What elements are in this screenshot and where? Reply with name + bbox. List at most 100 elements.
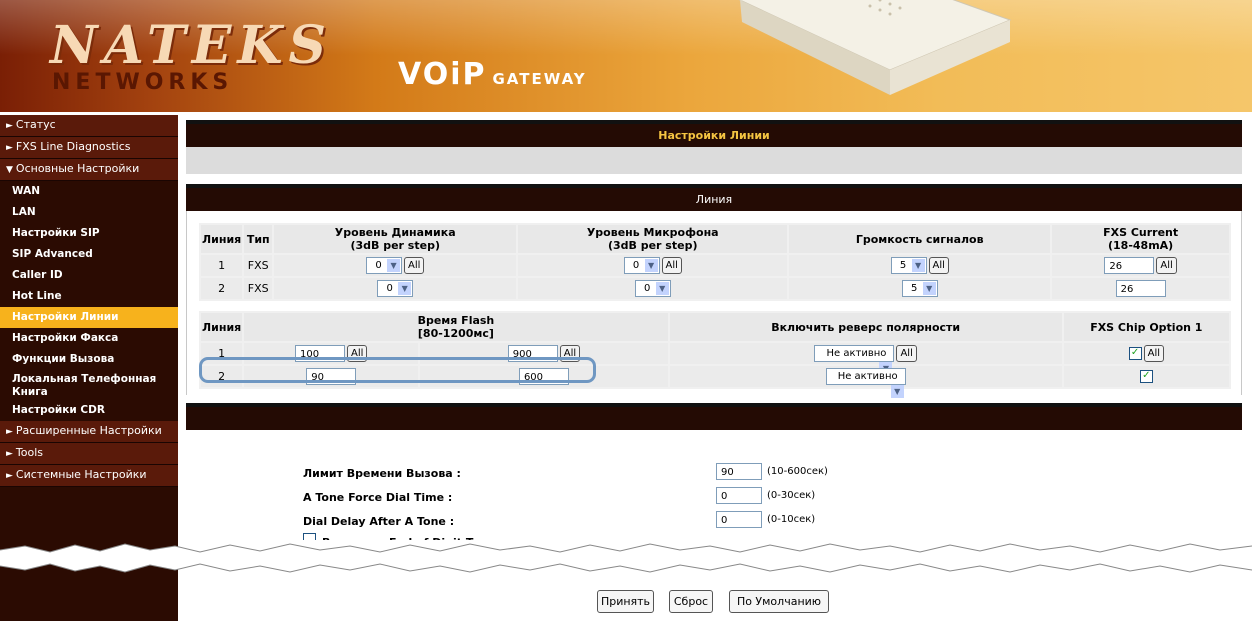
- flash-max-input[interactable]: 600: [518, 368, 569, 385]
- fxs-current-input[interactable]: 26: [1115, 280, 1166, 297]
- mic-level-select[interactable]: 0 ▼: [623, 257, 660, 274]
- defaults-button[interactable]: По Умолчанию: [729, 590, 829, 613]
- sidebar-item-status[interactable]: ► Статус: [0, 115, 178, 137]
- flash-max-input[interactable]: 900: [507, 345, 558, 362]
- chip-apply-all-button[interactable]: All: [1143, 345, 1165, 362]
- sidebar-item-fxs-diagnostics[interactable]: ► FXS Line Diagnostics: [0, 137, 178, 159]
- sidebar-item-label: Системные Настройки: [15, 468, 147, 481]
- apply-button[interactable]: Принять: [597, 590, 654, 613]
- sidebar-item-fax-settings[interactable]: Настройки Факса: [0, 328, 178, 349]
- col-header-line: Линия: [201, 225, 243, 253]
- flash-max-cell: 600: [420, 366, 668, 387]
- reset-button[interactable]: Сброс: [669, 590, 713, 613]
- sidebar-item-tools[interactable]: ► Tools: [0, 443, 178, 465]
- sidebar-item-label: Статус: [15, 118, 56, 131]
- expand-arrow-icon: ►: [6, 449, 13, 459]
- sidebar-item-label: Tools: [15, 446, 44, 459]
- polarity-apply-all-button[interactable]: All: [896, 345, 917, 362]
- table-row: 2 90 600 Не активно ▼ ✓: [201, 366, 1229, 398]
- fxs-current-input[interactable]: 26: [1104, 257, 1155, 274]
- sidebar-item-sip-advanced[interactable]: SIP Advanced: [0, 244, 178, 265]
- expand-arrow-icon: ►: [6, 471, 13, 481]
- select-value: 0: [386, 283, 393, 294]
- call-limit-input[interactable]: 90: [716, 463, 762, 480]
- line-number: 2: [201, 278, 243, 299]
- col-header-fxs-current: FXS Current (18-48mA): [1052, 225, 1229, 253]
- current-cell: 26 All: [1052, 255, 1229, 276]
- sidebar-item-label: FXS Line Diagnostics: [15, 140, 131, 153]
- col-header-mic: Уровень Микрофона (3dB per step): [518, 225, 788, 253]
- col-header-volume: Громкость сигналов: [789, 225, 1051, 253]
- sidebar-item-wan[interactable]: WAN: [0, 181, 178, 202]
- product-main: VOiP: [398, 57, 487, 92]
- select-value: Не активно: [826, 348, 887, 359]
- sidebar-item-sip-settings[interactable]: Настройки SIP: [0, 223, 178, 244]
- col-header-type: Тип: [244, 225, 273, 253]
- line-type: FXS: [244, 255, 273, 276]
- dial-delay-input[interactable]: 0: [716, 511, 762, 528]
- line-section-body: Линия Тип Уровень Динамика (3dB per step…: [186, 211, 1242, 398]
- header-banner: NATEKS NETWORKS VOiP GATEWAY: [0, 0, 1252, 112]
- flash-max-apply-all-button[interactable]: All: [559, 345, 581, 362]
- torn-edge-separator: [0, 540, 1252, 580]
- table-row: 1 100All 900All Не активно▼All ✓All: [201, 343, 1229, 375]
- flash-max-cell: 900 All: [420, 343, 668, 364]
- line-number: 1: [201, 255, 243, 276]
- chevron-down-icon: ▼: [890, 385, 904, 398]
- mic-level-select[interactable]: 0 ▼: [634, 280, 671, 297]
- volume-cell: 5 ▼: [789, 278, 1051, 299]
- speaker-apply-all-button[interactable]: All: [404, 257, 425, 274]
- line-number: 1: [201, 343, 243, 364]
- current-apply-all-button[interactable]: All: [1156, 257, 1177, 274]
- product-sub: GATEWAY: [492, 70, 587, 88]
- chip-option-checkbox[interactable]: ✓: [1139, 370, 1153, 384]
- table-header-row: Линия Тип Уровень Динамика (3dB per step…: [201, 225, 1229, 253]
- flash-min-input[interactable]: 90: [306, 368, 357, 385]
- select-value: 0: [632, 260, 640, 271]
- tone-force-input[interactable]: 0: [716, 487, 762, 504]
- line-levels-table: Линия Тип Уровень Динамика (3dB per step…: [199, 223, 1231, 301]
- select-value: 5: [911, 283, 918, 294]
- flash-min-input[interactable]: 100: [295, 345, 346, 362]
- chevron-down-icon: ▼: [644, 259, 658, 272]
- dial-delay-label: Dial Delay After A Tone :: [303, 515, 455, 528]
- sidebar-item-call-features[interactable]: Функции Вызова: [0, 349, 178, 370]
- dial-delay-hint: (0-10сек): [767, 514, 816, 525]
- sidebar-item-advanced-settings[interactable]: ► Расширенные Настройки: [0, 421, 178, 443]
- sidebar-item-basic-settings[interactable]: ▼ Основные Настройки: [0, 159, 178, 181]
- router-device-image: [738, 0, 1012, 95]
- sidebar-item-caller-id[interactable]: Caller ID: [0, 265, 178, 286]
- flash-polarity-table: Линия Время Flash [80-1200мс] Включить р…: [199, 311, 1231, 398]
- sidebar-item-line-settings[interactable]: Настройки Линии: [0, 307, 178, 328]
- select-value: 0: [644, 283, 651, 294]
- sidebar-item-system-settings[interactable]: ► Системные Настройки: [0, 465, 178, 487]
- speaker-level-select[interactable]: 0 ▼: [366, 257, 403, 274]
- flash-min-apply-all-button[interactable]: All: [347, 345, 368, 362]
- page-title: Настройки Линии: [186, 118, 1242, 147]
- volume-select[interactable]: 5 ▼: [901, 280, 938, 297]
- expand-arrow-icon: ►: [6, 121, 13, 131]
- sidebar-item-hot-line[interactable]: Hot Line: [0, 286, 178, 307]
- select-value: 5: [899, 260, 907, 271]
- collapse-arrow-icon: ▼: [6, 165, 13, 175]
- select-value: 0: [375, 260, 382, 271]
- tone-force-label: A Tone Force Dial Time :: [303, 491, 453, 504]
- chip-option-checkbox[interactable]: ✓: [1128, 347, 1142, 360]
- select-value: Не активно: [837, 371, 898, 382]
- table-row: 1 FXS 0 ▼ All 0 ▼ All 5 ▼ All 26 All: [201, 255, 1229, 276]
- speaker-level-select[interactable]: 0 ▼: [377, 280, 414, 297]
- sidebar-item-phonebook[interactable]: Локальная Телефонная Книга: [0, 370, 178, 400]
- polarity-select[interactable]: Не активно ▼: [825, 368, 906, 398]
- sidebar-item-label: Расширенные Настройки: [15, 424, 162, 437]
- mic-apply-all-button[interactable]: All: [661, 257, 682, 274]
- speaker-cell: 0 ▼ All: [274, 255, 517, 276]
- sidebar-item-cdr-settings[interactable]: Настройки CDR: [0, 400, 178, 421]
- polarity-select[interactable]: Не активно▼: [814, 345, 895, 375]
- mic-cell: 0 ▼ All: [518, 255, 788, 276]
- section-title-call-settings: [186, 401, 1242, 430]
- sidebar-item-lan[interactable]: LAN: [0, 202, 178, 223]
- volume-apply-all-button[interactable]: All: [928, 257, 949, 274]
- volume-select[interactable]: 5 ▼: [890, 257, 927, 274]
